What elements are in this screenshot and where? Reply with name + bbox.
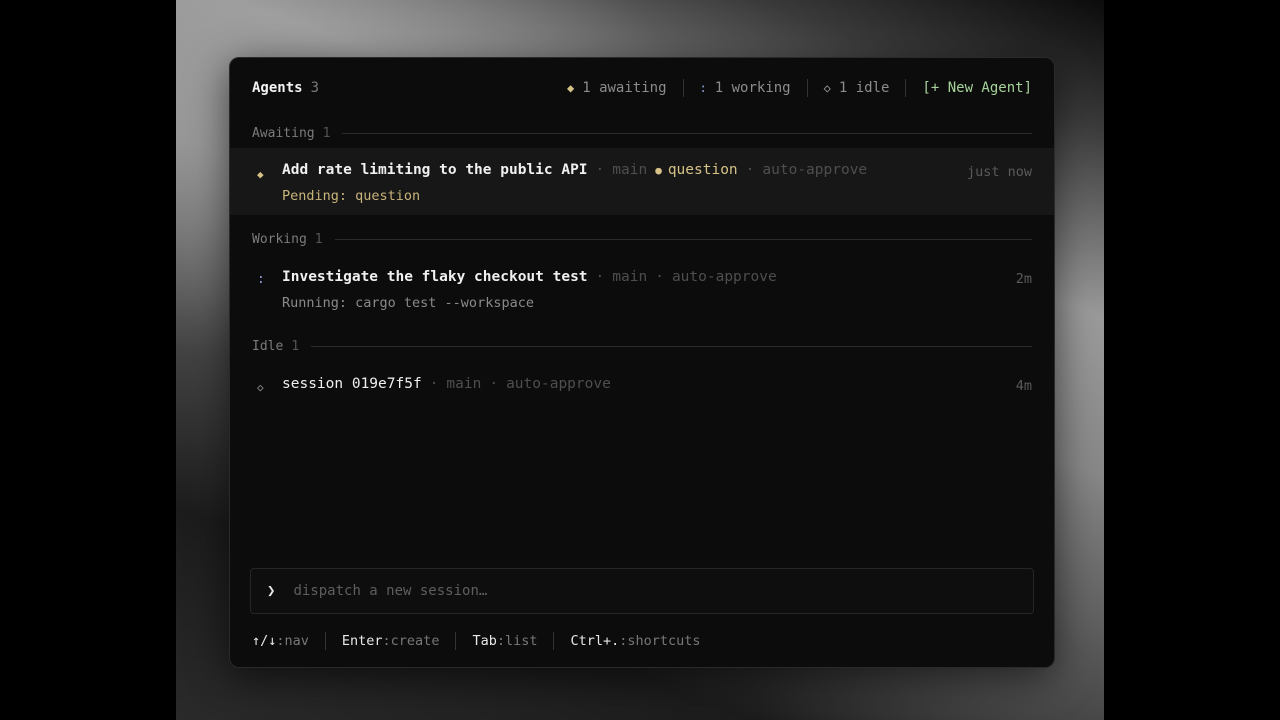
hint-key: Tab [472,633,497,649]
agent-name: Investigate the flaky checkout test · main… [282,269,777,285]
policy-label: auto-approve [762,162,868,178]
hint-shortcuts: Ctrl+.:shortcuts [553,632,716,650]
awaiting-stat[interactable]: ◆ 1 awaiting [551,79,684,97]
policy-label: auto-approve [506,376,611,392]
agent-title: Add rate limiting to the public API [282,162,588,178]
dispatch-input[interactable] [293,583,894,599]
branch-label: main [612,162,648,178]
agent-name: Add rate limiting to the public API · main… [282,162,867,178]
agent-meta: · main ● question · auto-approve [588,162,868,178]
hint-key: Enter [341,633,383,649]
agent-meta: · main · auto-approve [422,376,611,392]
diamond-filled-icon: ◆ [566,81,575,95]
separator: · [595,269,605,285]
working-stat[interactable]: : 1 working [684,79,808,97]
section-label: Awaiting [252,125,315,141]
agent-row-working[interactable]: : Investigate the flaky checkout test · ma… [230,255,1054,321]
hint-action: :create [382,633,440,649]
working-stat-label: 1 working [714,80,791,96]
separator: · [655,269,664,285]
panel-title: Agents [252,80,303,96]
agent-row-awaiting[interactable]: ◆ Add rate limiting to the public API · ma… [230,148,1054,215]
awaiting-stat-label: 1 awaiting [582,80,667,96]
hint-list: Tab:list [455,632,553,650]
agent-title: Investigate the flaky checkout test [282,269,588,285]
agent-count: 3 [310,80,320,96]
branch-label: main [446,376,482,392]
diamond-filled-icon: ◆ [257,168,264,181]
agent-time: 2m [1015,271,1032,287]
agent-meta: · main · auto-approve [588,269,777,285]
agent-time: just now [966,164,1032,180]
dispatch-input-box[interactable]: ❯ [250,568,1034,614]
section-count: 1 [291,338,300,354]
section-awaiting: Awaiting 1 [252,125,1032,141]
policy-label: auto-approve [671,269,777,285]
separator: · [595,162,605,178]
agent-title: session 019e7f5f [282,376,422,392]
panel-header: Agents 3 ◆ 1 awaiting : 1 working ◇ 1 id… [252,78,1032,98]
agents-panel: Agents 3 ◆ 1 awaiting : 1 working ◇ 1 id… [229,57,1055,668]
separator: · [489,376,499,392]
agent-name: session 019e7f5f · main · auto-approve [282,376,611,392]
working-colon-icon: : [699,81,707,95]
status-dot-icon: ● [655,164,662,177]
new-agent-button[interactable]: [+ New Agent] [906,80,1032,96]
section-count: 1 [314,231,323,247]
section-label: Idle [252,338,284,354]
section-divider [311,345,1032,347]
hint-action: :nav [276,633,309,649]
agent-row-idle[interactable]: ◇ session 019e7f5f · main · auto-approve 4m [230,362,1054,408]
agent-pending-text: Pending: question [282,188,421,204]
keyboard-hints: ↑/↓:nav Enter:create Tab:list Ctrl+.:sho… [252,631,717,651]
prompt-chevron-icon: ❯ [267,583,276,599]
section-divider [334,238,1032,240]
agent-running-text: Running: cargo test --workspace [282,295,534,311]
separator: · [429,376,439,392]
hint-action: :list [496,633,538,649]
idle-stat[interactable]: ◇ 1 idle [808,79,907,97]
separator: · [745,162,755,178]
status-summary: ◆ 1 awaiting : 1 working ◇ 1 idle [+ New… [551,79,1032,97]
hint-create: Enter:create [324,632,456,650]
section-working: Working 1 [252,231,1032,247]
hint-key: Ctrl+. [570,633,620,649]
section-divider [342,132,1032,134]
agent-time: 4m [1015,378,1032,394]
diamond-outline-icon: ◇ [823,81,831,95]
status-label: question [667,162,738,178]
hint-key: ↑/↓ [252,633,277,649]
hint-action: :shortcuts [619,633,701,649]
section-label: Working [252,231,307,247]
branch-label: main [612,269,648,285]
section-count: 1 [322,125,331,141]
hint-nav: ↑/↓:nav [252,632,325,650]
idle-stat-label: 1 idle [838,80,890,96]
working-colon-icon: : [257,272,265,287]
diamond-outline-icon: ◇ [257,381,264,394]
section-idle: Idle 1 [252,338,1032,354]
